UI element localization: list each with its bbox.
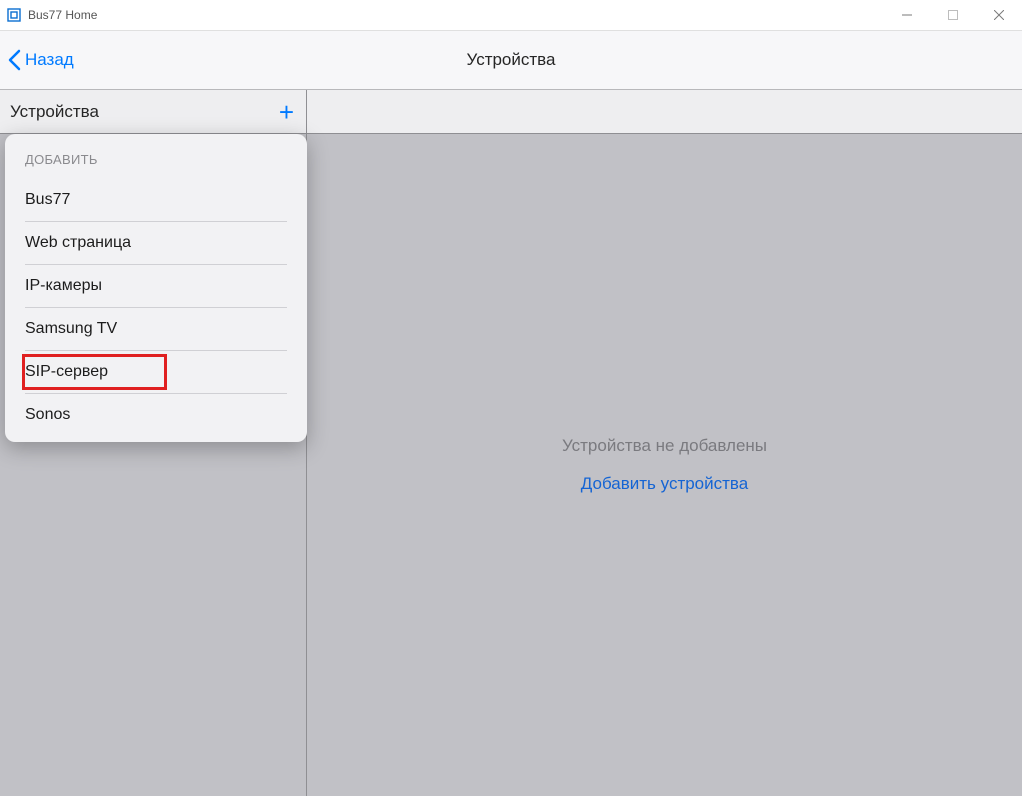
minimize-button[interactable] <box>884 0 930 30</box>
add-devices-link[interactable]: Добавить устройства <box>581 474 748 494</box>
body: Устройства + ДОБАВИТЬ Bus77 Web страница… <box>0 90 1022 796</box>
popup-item-label: Web страница <box>25 234 131 251</box>
back-label: Назад <box>25 50 74 70</box>
sidebar: Устройства + ДОБАВИТЬ Bus77 Web страница… <box>0 90 307 796</box>
page-title: Устройства <box>0 50 1022 70</box>
main-pane-body: Устройства не добавлены Добавить устройс… <box>307 134 1022 796</box>
nav-header: Назад Устройства <box>0 31 1022 90</box>
add-popup: ДОБАВИТЬ Bus77 Web страница IP-камеры Sa… <box>5 134 307 442</box>
window-titlebar: Bus77 Home <box>0 0 1022 31</box>
popup-item-label: IP-камеры <box>25 277 102 294</box>
popup-item-sip-server[interactable]: SIP-сервер <box>25 351 287 394</box>
window-controls <box>884 0 1022 30</box>
popup-item-sonos[interactable]: Sonos <box>25 394 287 436</box>
sidebar-title: Устройства <box>10 102 99 122</box>
app-icon <box>6 7 22 23</box>
back-button[interactable]: Назад <box>0 49 74 71</box>
popup-item-label: Sonos <box>25 406 70 423</box>
popup-item-ip-cameras[interactable]: IP-камеры <box>25 265 287 308</box>
sidebar-content: ДОБАВИТЬ Bus77 Web страница IP-камеры Sa… <box>0 134 306 796</box>
popup-item-label: Bus77 <box>25 191 70 208</box>
main-pane-header <box>307 90 1022 134</box>
close-button[interactable] <box>976 0 1022 30</box>
popup-item-label: SIP-сервер <box>25 363 108 380</box>
maximize-button[interactable] <box>930 0 976 30</box>
popup-item-samsung-tv[interactable]: Samsung TV <box>25 308 287 351</box>
popup-item-bus77[interactable]: Bus77 <box>25 179 287 222</box>
sidebar-header: Устройства + <box>0 90 306 134</box>
popup-header: ДОБАВИТЬ <box>5 144 307 179</box>
add-device-button[interactable]: + <box>279 99 296 125</box>
titlebar-left: Bus77 Home <box>0 7 97 23</box>
empty-state-text: Устройства не добавлены <box>562 436 767 456</box>
main-pane: Устройства не добавлены Добавить устройс… <box>307 90 1022 796</box>
popup-item-web-page[interactable]: Web страница <box>25 222 287 265</box>
window-title: Bus77 Home <box>28 8 97 22</box>
popup-item-label: Samsung TV <box>25 320 117 337</box>
